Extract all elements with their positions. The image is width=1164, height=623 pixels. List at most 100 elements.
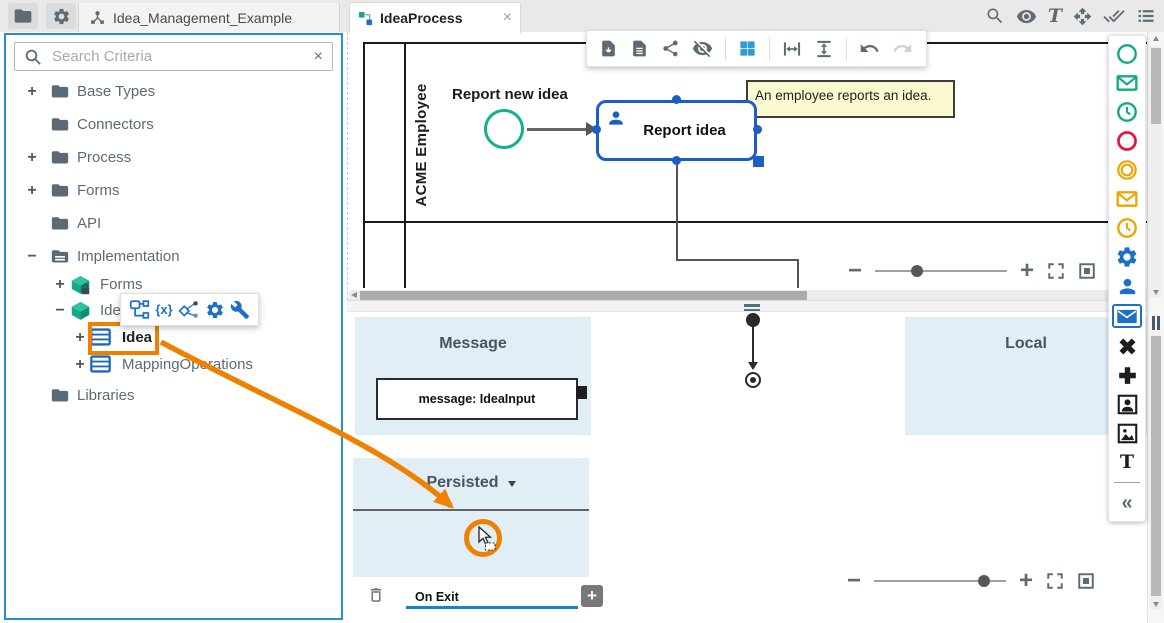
text-icon[interactable]: T	[1048, 7, 1062, 26]
message-intermediate-icon[interactable]	[1112, 188, 1142, 210]
splitter-grip[interactable]	[744, 309, 760, 312]
tree-item-forms[interactable]: + Forms	[0, 178, 347, 204]
menu-icon[interactable]	[1136, 6, 1156, 26]
document-icon[interactable]	[630, 39, 649, 58]
search-icon[interactable]	[985, 6, 1005, 26]
on-exit-tab[interactable]: On Exit	[415, 590, 459, 604]
expand-icon[interactable]: +	[72, 328, 88, 347]
process-diagram-canvas[interactable]: ACME Employee Report new idea Report ide…	[347, 32, 1164, 300]
selection-handle[interactable]	[672, 156, 681, 165]
exclusive-gateway-icon[interactable]	[1112, 335, 1142, 357]
settings-button[interactable]	[46, 3, 76, 29]
message-input-box[interactable]: message: IdeaInput	[376, 378, 578, 420]
project-tab[interactable]: Idea_Management_Example	[78, 3, 340, 32]
zoom-in-button[interactable]: +	[1019, 570, 1033, 592]
mapping-connector-source[interactable]	[746, 313, 760, 327]
parallel-gateway-icon[interactable]	[1112, 364, 1142, 386]
expand-icon[interactable]: +	[72, 355, 88, 374]
pane-splitter[interactable]	[347, 300, 1164, 312]
zoom-slider-handle[interactable]	[978, 575, 990, 587]
undo-icon[interactable]	[859, 38, 880, 59]
splitter-grip[interactable]	[744, 304, 760, 307]
zoom-slider[interactable]	[874, 580, 1006, 582]
service-task-icon[interactable]	[1112, 246, 1142, 268]
close-icon[interactable]: ×	[503, 10, 512, 26]
clear-search-icon[interactable]: ×	[314, 49, 323, 65]
search-box[interactable]: ×	[14, 42, 333, 71]
scroll-up-icon[interactable]	[1153, 36, 1159, 41]
selection-handle[interactable]	[753, 125, 762, 134]
vertical-scrollbar-thumb[interactable]	[1151, 336, 1161, 596]
timer-intermediate-icon[interactable]	[1112, 217, 1142, 239]
expression-icon[interactable]: {x}	[155, 302, 172, 317]
annotation-note[interactable]: An employee reports an idea.	[746, 80, 955, 118]
fit-view-icon[interactable]	[1078, 262, 1096, 280]
fullscreen-icon[interactable]	[1046, 572, 1064, 590]
scroll-down-icon[interactable]	[1153, 602, 1159, 607]
tree-item-connectors[interactable]: Connectors	[0, 112, 347, 138]
fit-view-icon[interactable]	[1077, 572, 1095, 590]
mapping-canvas[interactable]: Message message: IdeaInput Local Persist…	[347, 312, 1147, 623]
send-task-icon[interactable]	[1112, 304, 1142, 328]
expand-icon[interactable]: +	[24, 181, 40, 200]
intermediate-event-icon[interactable]	[1112, 159, 1142, 181]
expand-icon[interactable]: +	[24, 148, 40, 167]
tree-item-base-types[interactable]: + Base Types	[0, 79, 347, 105]
tree-item-process[interactable]: + Process	[0, 145, 347, 171]
end-event-icon[interactable]	[1112, 130, 1142, 152]
scroll-down-icon[interactable]	[1153, 290, 1159, 295]
add-tab-button[interactable]: +	[581, 585, 603, 607]
scroll-left-icon[interactable]	[351, 292, 357, 298]
zoom-slider-handle[interactable]	[911, 265, 923, 277]
fullscreen-icon[interactable]	[1047, 262, 1065, 280]
tree-item-mappingoperations[interactable]: + MappingOperations	[0, 352, 347, 378]
selection-handle[interactable]	[672, 95, 681, 104]
message-start-icon[interactable]	[1112, 72, 1142, 94]
collapse-icon[interactable]: «	[1112, 492, 1142, 514]
move-icon[interactable]	[1073, 7, 1092, 26]
zoom-out-button[interactable]: −	[847, 570, 861, 592]
vertical-space-icon[interactable]	[814, 39, 834, 59]
trash-icon[interactable]	[367, 585, 385, 605]
palette-scrollbar-thumb[interactable]	[1151, 48, 1161, 124]
message-panel[interactable]: Message message: IdeaInput	[355, 317, 591, 435]
report-idea-task[interactable]: Report idea	[596, 100, 757, 161]
collapse-expand-icon[interactable]: −	[24, 247, 40, 266]
expand-icon[interactable]: +	[24, 82, 40, 101]
tree-item-idea[interactable]: + Idea	[0, 325, 347, 351]
expand-icon[interactable]: +	[52, 275, 68, 294]
horizontal-scrollbar-thumb[interactable]	[360, 291, 807, 300]
redo-icon[interactable]	[892, 38, 913, 59]
export-file-icon[interactable]	[599, 39, 618, 58]
process-tab[interactable]: IdeaProcess ×	[349, 2, 521, 33]
connector-handle[interactable]	[576, 386, 587, 399]
search-input[interactable]	[50, 47, 306, 66]
tree-item-implementation[interactable]: − Implementation	[0, 244, 347, 270]
sequence-flow[interactable]	[527, 128, 588, 131]
zoom-slider[interactable]	[875, 270, 1007, 272]
persisted-panel-header[interactable]: Persisted	[353, 474, 589, 492]
portrait-icon[interactable]	[1112, 393, 1142, 415]
text-annotation-icon[interactable]: T	[1112, 451, 1142, 473]
tree-item-libraries[interactable]: Libraries	[0, 383, 347, 409]
chevron-down-icon[interactable]	[508, 481, 516, 487]
structure-icon[interactable]	[129, 299, 150, 320]
horizontal-space-icon[interactable]	[782, 39, 802, 59]
eye-icon[interactable]	[1016, 6, 1037, 27]
horizontal-scrollbar[interactable]	[349, 290, 1148, 300]
grid-icon[interactable]	[738, 39, 757, 58]
hide-icon[interactable]	[692, 38, 713, 59]
timer-start-icon[interactable]	[1112, 101, 1142, 123]
zoom-out-button[interactable]: −	[848, 260, 862, 282]
collapse-expand-icon[interactable]: −	[52, 301, 68, 320]
start-event[interactable]	[484, 109, 524, 149]
splitter-grip[interactable]	[1152, 316, 1155, 330]
selection-handle[interactable]	[592, 125, 601, 134]
start-event-icon[interactable]	[1112, 43, 1142, 65]
user-task-icon[interactable]	[1112, 275, 1142, 297]
tree-item-api[interactable]: API	[0, 211, 347, 237]
wrench-icon[interactable]	[230, 300, 250, 320]
splitter-grip[interactable]	[1157, 316, 1160, 330]
share-icon[interactable]	[661, 39, 680, 58]
mapping-icon[interactable]	[178, 299, 200, 320]
